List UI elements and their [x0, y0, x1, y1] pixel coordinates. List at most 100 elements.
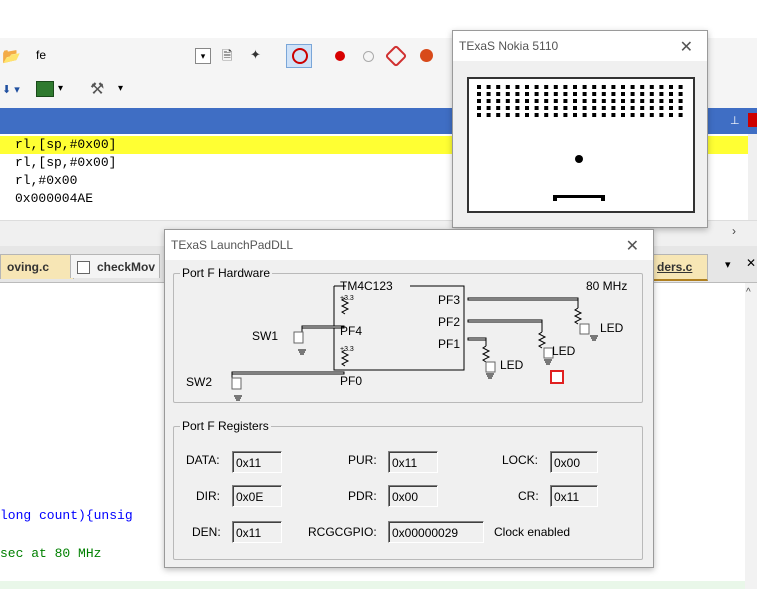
brick [525, 113, 529, 117]
switch-sw2[interactable]: SW2 [186, 375, 212, 389]
switch-sw1[interactable]: SW1 [252, 329, 278, 343]
disassembly-vscrollbar[interactable] [748, 134, 757, 220]
brick [640, 106, 645, 110]
brick [669, 106, 673, 110]
reg-pdr-field[interactable]: 0x00 [388, 485, 438, 507]
window-select-icon[interactable]: ⬇ ▾ [2, 83, 20, 96]
tab-checkmov[interactable]: checkMov [70, 254, 160, 278]
brick [525, 106, 529, 110]
tab-headers[interactable]: ders.c [650, 254, 708, 281]
pin-pf2: PF2 [438, 315, 461, 329]
launchpad-titlebar[interactable]: TExaS LaunchPadDLL ✕ [165, 230, 653, 260]
reg-lock-field[interactable]: 0x00 [550, 451, 598, 473]
brick [611, 106, 616, 110]
brick [678, 85, 683, 89]
brick [515, 99, 520, 103]
brick [477, 106, 481, 110]
close-tab-icon[interactable]: ✕ [746, 256, 756, 270]
brick [544, 92, 549, 96]
file-search-icon[interactable]: 🗎 [222, 47, 232, 69]
reg-den-field[interactable]: 0x11 [232, 521, 282, 543]
pin-pf0: PF0 [340, 374, 363, 388]
brick [477, 85, 481, 89]
asm-line: rl,[sp,#0x00] [15, 155, 117, 170]
launchpad-window: TExaS LaunchPadDLL ✕ Port F Hardware TM4… [164, 229, 654, 568]
brick [544, 113, 549, 117]
brick [611, 92, 616, 96]
reg-data-field[interactable]: 0x11 [232, 451, 282, 473]
close-icon[interactable]: ✕ [680, 37, 693, 57]
brick [601, 92, 606, 96]
kill-breakpoints-icon[interactable] [420, 49, 433, 62]
vcc-label: +3.3 [340, 295, 354, 302]
brick [611, 99, 616, 103]
view-select-icon[interactable] [36, 81, 54, 97]
editor-vscrollbar[interactable]: ^ [745, 283, 757, 589]
red-led-icon [550, 370, 564, 384]
brick [592, 113, 597, 117]
brick [563, 92, 568, 96]
reg-rcgcgpio-field[interactable]: 0x00000029 [388, 521, 484, 543]
breakpoint-icon[interactable] [335, 51, 345, 61]
brick [525, 92, 529, 96]
brick [515, 85, 520, 89]
brick [630, 85, 635, 89]
brick [601, 106, 606, 110]
brick [582, 85, 587, 89]
reg-pur-field[interactable]: 0x11 [388, 451, 438, 473]
brick [640, 113, 645, 117]
reg-cr-field[interactable]: 0x11 [550, 485, 598, 507]
bookmark-icon[interactable]: ✦ [250, 47, 261, 63]
brick [592, 106, 597, 110]
brick [477, 113, 481, 117]
brick [573, 92, 577, 96]
brick [649, 106, 654, 110]
open-folder-icon[interactable]: 📂 [2, 47, 21, 65]
chevron-down-icon[interactable]: ▾ [58, 83, 63, 94]
pin-icon[interactable]: ⊥ [730, 114, 740, 127]
code-line-comment: sec at 80 MHz [0, 546, 102, 561]
brick [486, 92, 491, 96]
debug-toggle-button[interactable] [286, 44, 312, 68]
nokia-titlebar[interactable]: TExaS Nokia 5110 ✕ [453, 31, 707, 61]
brick [611, 113, 616, 117]
brick [563, 85, 568, 89]
reg-label-data: DATA: [186, 453, 220, 467]
brick [515, 92, 520, 96]
nokia-lcd-screen [467, 77, 695, 213]
brick [659, 92, 664, 96]
tools-dropdown-icon[interactable]: ▾ [118, 83, 123, 94]
port-f-hardware-group: Port F Hardware TM4C123 80 MHz +3.3 +3.3… [173, 266, 643, 403]
tools-icon[interactable]: ⚒ [90, 79, 104, 99]
close-icon[interactable]: ✕ [626, 236, 639, 256]
brick [486, 99, 491, 103]
breakpoint-disabled-icon[interactable] [363, 51, 374, 62]
tab-moving[interactable]: oving.c [0, 254, 74, 279]
scroll-up-icon[interactable]: ^ [746, 287, 751, 298]
brick [534, 106, 539, 110]
find-combo-text[interactable]: fe [36, 48, 46, 62]
brick [553, 99, 558, 103]
scroll-right-icon[interactable]: › [732, 224, 736, 238]
reg-dir-field[interactable]: 0x0E [232, 485, 282, 507]
brick [505, 113, 510, 117]
nokia-lcd-graphics [477, 85, 683, 201]
vcc-label: +3.3 [340, 346, 354, 353]
clear-breakpoints-icon[interactable] [384, 44, 408, 68]
brick [630, 113, 635, 117]
brick [477, 92, 481, 96]
combo-dropdown-icon[interactable]: ▾ [195, 48, 211, 64]
brick [592, 99, 597, 103]
brick [477, 99, 481, 103]
brick [534, 92, 539, 96]
brick [505, 106, 510, 110]
debug-icon [292, 48, 308, 64]
tab-list-icon[interactable]: ▾ [725, 258, 731, 271]
brick [669, 113, 673, 117]
asm-line: rl,[sp,#0x00] [15, 137, 117, 152]
brick [496, 99, 501, 103]
brick [505, 85, 510, 89]
close-pane-icon[interactable] [748, 113, 757, 127]
brick [669, 92, 673, 96]
brick [486, 106, 491, 110]
